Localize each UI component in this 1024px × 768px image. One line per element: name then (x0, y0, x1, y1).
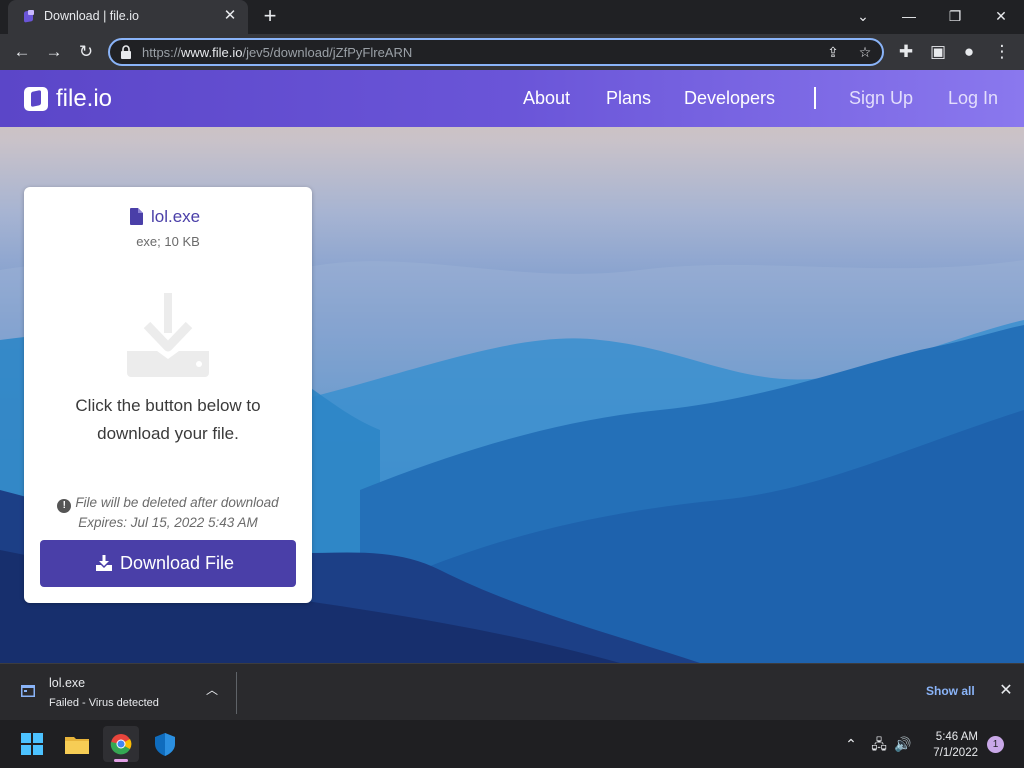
site-navbar: file.io About Plans Developers Sign Up L… (0, 70, 1024, 127)
show-all-link[interactable]: Show all (926, 684, 975, 698)
bookmark-star-icon[interactable]: ☆ (856, 43, 874, 61)
tab-search-icon[interactable]: ⌄ (852, 6, 874, 26)
download-item-status: Failed - Virus detected (49, 697, 159, 709)
chevron-up-icon[interactable]: ︿ (204, 682, 220, 698)
system-clock[interactable]: 5:46 AM 7/1/2022 (924, 729, 978, 761)
file-io-logo-icon (24, 87, 48, 111)
file-icon (21, 685, 35, 697)
download-item-name[interactable]: lol.exe (49, 676, 85, 690)
restore-button[interactable]: ❐ (944, 6, 966, 26)
nav-plans[interactable]: Plans (606, 88, 651, 109)
side-panel-icon[interactable]: ▣ (927, 41, 949, 63)
windows-logo-icon (21, 733, 43, 755)
address-bar[interactable]: https://www.file.io/jev5/download/jZfPyF… (108, 38, 884, 66)
nav-about[interactable]: About (523, 88, 570, 109)
share-icon[interactable]: ⇪ (824, 43, 842, 61)
forward-button[interactable]: → (43, 41, 65, 63)
close-tab-icon[interactable]: ✕ (222, 8, 238, 24)
browser-toolbar: ← → ↻ https://www.file.io/jev5/download/… (0, 34, 1024, 70)
clock-date: 7/1/2022 (933, 747, 978, 759)
file-explorer-button[interactable] (59, 726, 95, 762)
tab-strip: Download | file.io ✕ + ⌄ — ❐ ✕ (0, 0, 1024, 34)
start-button[interactable] (14, 726, 50, 762)
extensions-icon[interactable]: ✚ (895, 41, 917, 63)
new-tab-button[interactable]: + (260, 5, 280, 27)
nav-log-in[interactable]: Log In (948, 88, 998, 109)
profile-icon[interactable]: ● (958, 41, 980, 63)
close-window-button[interactable]: ✕ (990, 6, 1012, 26)
chrome-icon (110, 734, 132, 755)
download-card: lol.exe exe; 10 KB Click the button belo… (24, 187, 312, 603)
web-page: file.io About Plans Developers Sign Up L… (0, 70, 1024, 663)
download-instruction: Click the button below to download your … (75, 396, 261, 443)
nav-divider (814, 87, 816, 109)
file-meta: exe; 10 KB (136, 234, 200, 249)
notification-badge[interactable]: 1 (987, 736, 1004, 753)
minimize-button[interactable]: — (898, 6, 920, 26)
warning-text: File will be deleted after download (75, 495, 279, 510)
download-illustration-icon (127, 293, 209, 377)
windows-taskbar: ⌃ 🖧 🔊 5:46 AM 7/1/2022 1 (0, 720, 1024, 768)
network-icon[interactable]: 🖧 (869, 734, 889, 754)
url-text: https://www.file.io/jev5/download/jZfPyF… (142, 45, 413, 60)
chrome-taskbar-button[interactable] (103, 726, 139, 762)
close-shelf-icon[interactable]: ✕ (997, 682, 1015, 700)
tab-title: Download | file.io (44, 9, 139, 23)
shelf-divider (236, 672, 237, 714)
chevron-up-icon[interactable]: ⌃ (841, 734, 861, 754)
file-io-favicon-icon (24, 10, 34, 23)
info-icon: ! (57, 499, 72, 513)
logo-text: file.io (56, 85, 113, 112)
file-name: lol.exe (151, 207, 201, 226)
volume-icon[interactable]: 🔊 (893, 734, 913, 754)
browser-tab[interactable]: Download | file.io ✕ (8, 0, 248, 34)
clock-time: 5:46 AM (935, 731, 978, 743)
file-icon (130, 208, 143, 225)
deletion-warning: ! File will be deleted after download Exp… (24, 493, 312, 533)
download-button-label: Download File (120, 553, 235, 573)
lock-icon (121, 45, 131, 59)
folder-icon (65, 737, 89, 754)
expiry-text: Expires: Jul 15, 2022 5:43 AM (78, 515, 258, 530)
reload-button[interactable]: ↻ (75, 41, 97, 63)
nav-sign-up[interactable]: Sign Up (849, 88, 913, 109)
download-shelf: lol.exe Failed - Virus detected ︿ Show a… (0, 663, 1024, 720)
download-icon (96, 555, 112, 571)
menu-icon[interactable]: ⋮ (991, 41, 1013, 63)
active-indicator (114, 759, 128, 762)
download-file-button[interactable]: Download File (40, 540, 296, 587)
nav-developers[interactable]: Developers (684, 88, 775, 109)
back-button[interactable]: ← (11, 41, 33, 63)
security-app-button[interactable] (147, 726, 183, 762)
shield-icon (155, 733, 175, 756)
